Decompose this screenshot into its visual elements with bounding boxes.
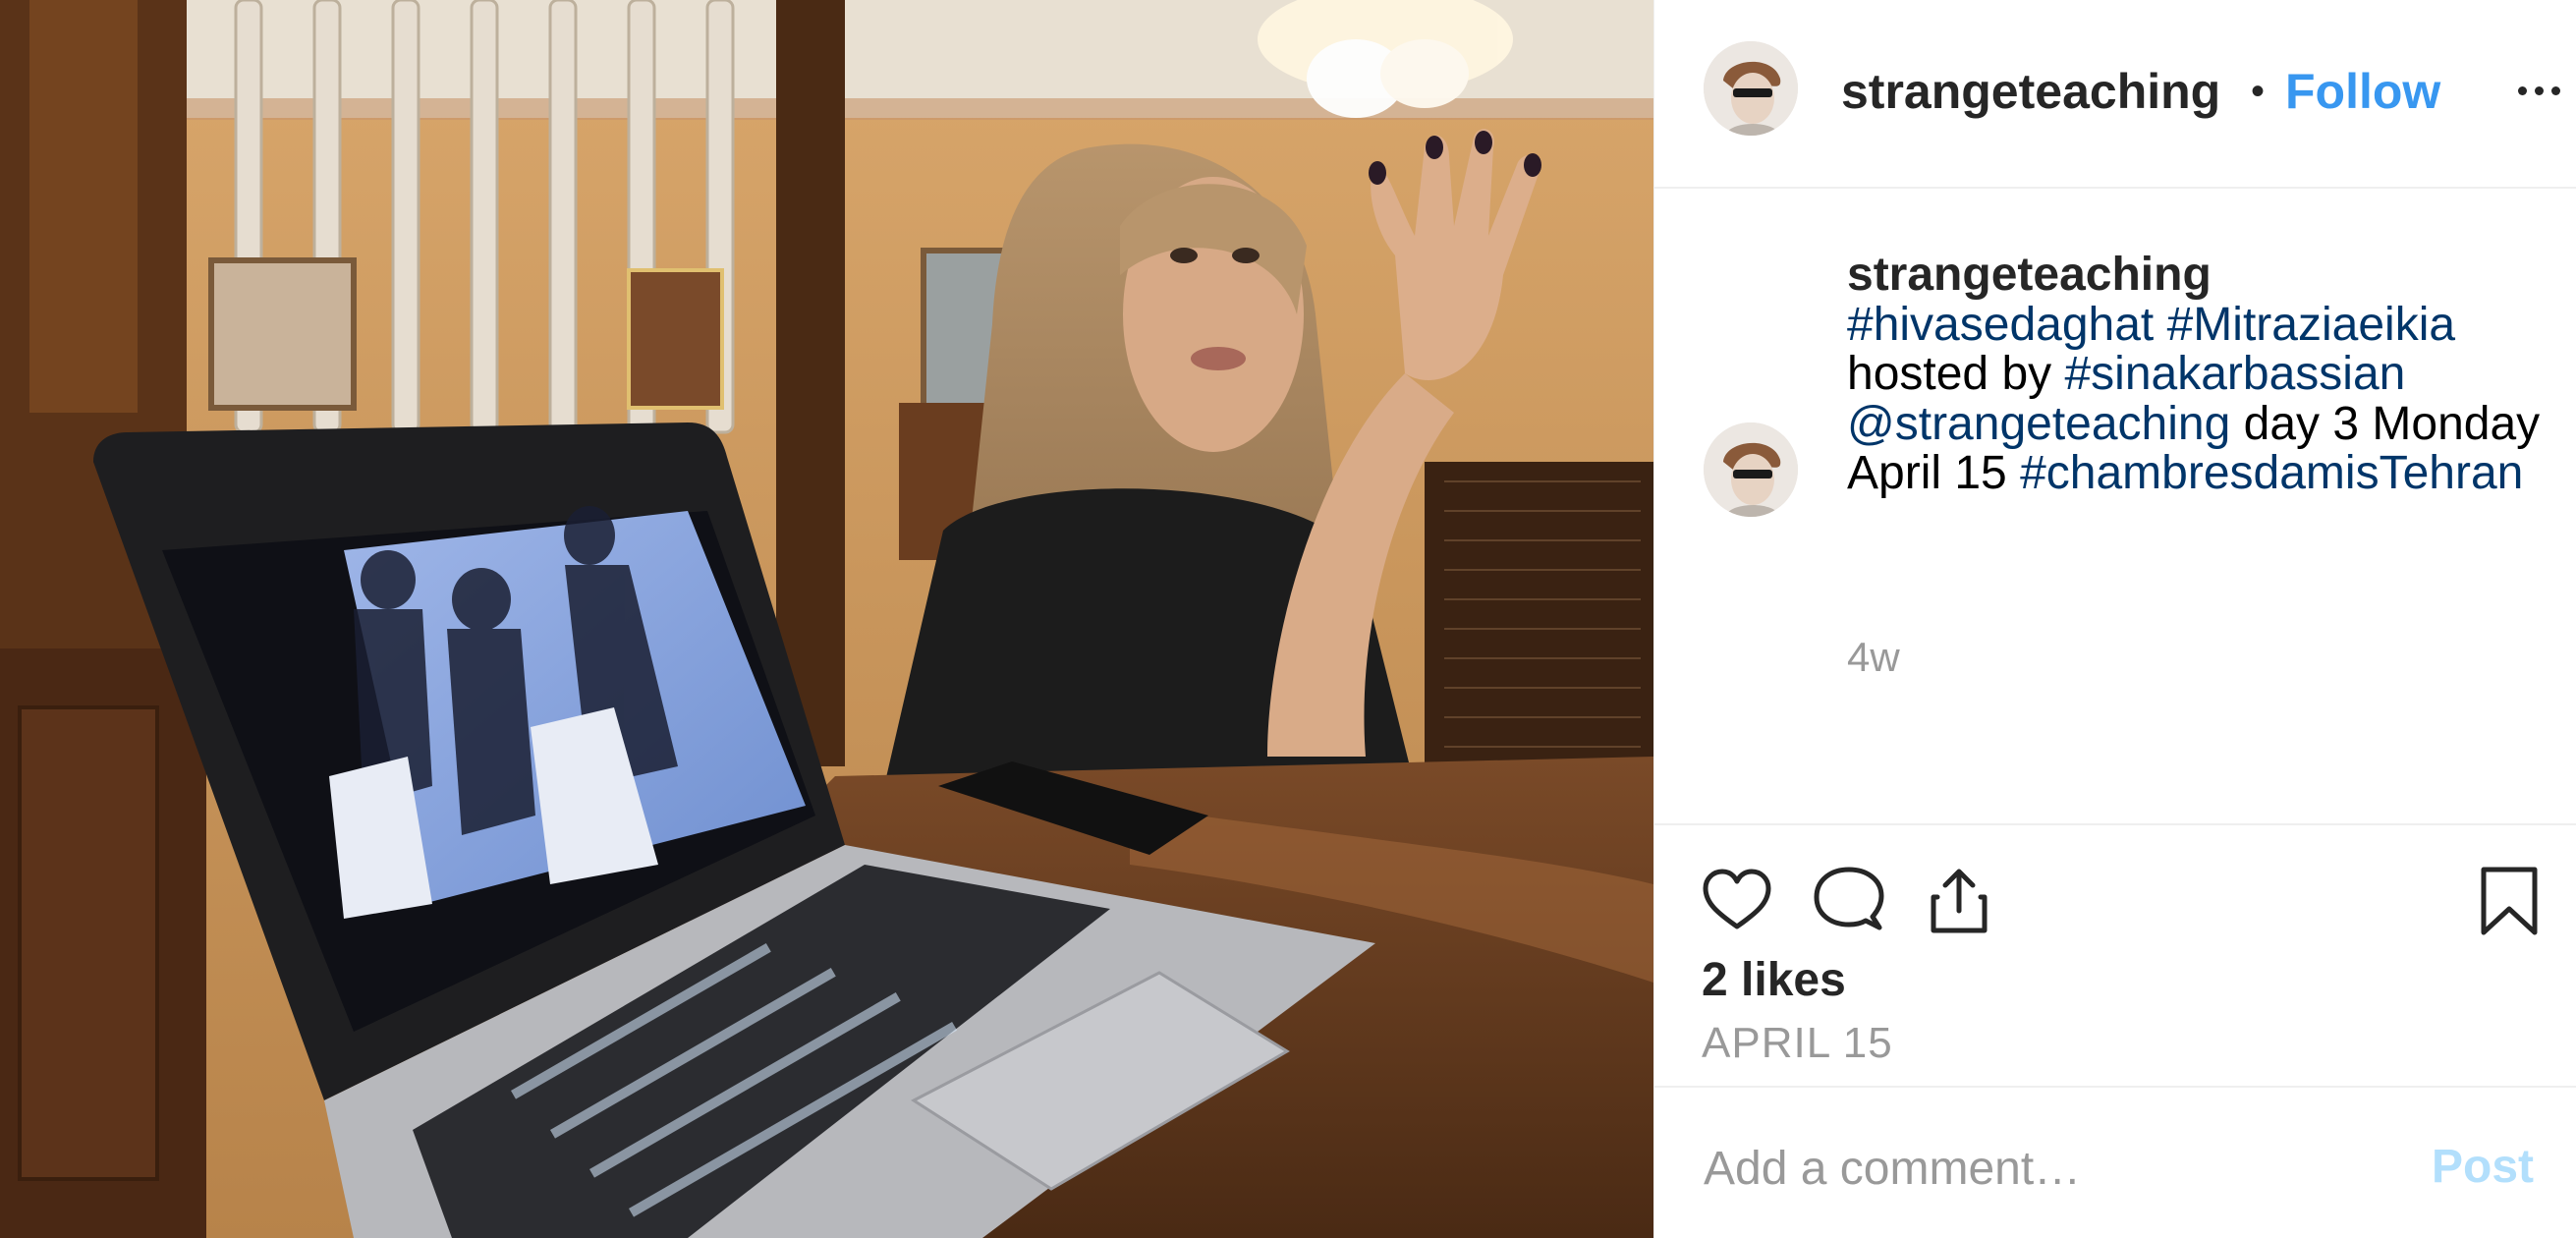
follow-button[interactable]: Follow: [2285, 59, 2440, 124]
caption-text-fragment: hosted by: [1847, 348, 2065, 400]
caption-username[interactable]: strangeteaching: [1847, 250, 2545, 301]
caption-timestamp: 4w: [1847, 634, 1900, 680]
share-icon[interactable]: [1920, 862, 1998, 940]
bookmark-icon[interactable]: [2470, 862, 2548, 940]
avatar[interactable]: [1704, 422, 1798, 517]
separator-dot: •: [2251, 70, 2266, 113]
caption-body: #hivasedaghat #Mitraziaeikia hosted by #…: [1847, 299, 2540, 500]
comment-input[interactable]: [1702, 1123, 2374, 1213]
comment-icon[interactable]: [1810, 862, 1888, 940]
hashtag-link[interactable]: #chambresdamisTehran: [2020, 447, 2523, 499]
post-date: APRIL 15: [1702, 1019, 1893, 1067]
hashtag-link[interactable]: #sinakarbassian: [2064, 348, 2405, 400]
heart-icon[interactable]: [1698, 862, 1776, 940]
hashtag-link[interactable]: #Mitraziaeikia: [2167, 299, 2455, 351]
post-details-pane: strangeteaching • Follow strangeteaching…: [1653, 0, 2576, 1238]
caption-text: strangeteaching #hivasedaghat #Mitraziae…: [1847, 250, 2545, 500]
post-author-username[interactable]: strangeteaching: [1841, 59, 2246, 124]
hashtag-link[interactable]: #hivasedaghat: [1847, 299, 2154, 351]
caption-text-fragment: [2154, 299, 2166, 351]
mention-link[interactable]: @strangeteaching: [1847, 398, 2230, 450]
comment-box: Post: [1654, 1084, 2576, 1238]
avatar[interactable]: [1704, 41, 1798, 136]
user-avatar-icon: [1704, 422, 1798, 517]
user-avatar-icon: [1704, 41, 1798, 136]
photo-of-woman-with-laptop: [0, 0, 1653, 1238]
post-caption: strangeteaching #hivasedaghat #Mitraziae…: [1654, 187, 2576, 825]
post-photo[interactable]: [0, 0, 1653, 1238]
more-horizontal-icon[interactable]: [2509, 61, 2568, 120]
post-actions: 2 likes APRIL 15: [1654, 823, 2576, 1088]
post-comment-button[interactable]: Post: [2432, 1133, 2534, 1202]
post-header: strangeteaching • Follow: [1654, 0, 2576, 189]
likes-count[interactable]: 2 likes: [1702, 951, 1846, 1010]
